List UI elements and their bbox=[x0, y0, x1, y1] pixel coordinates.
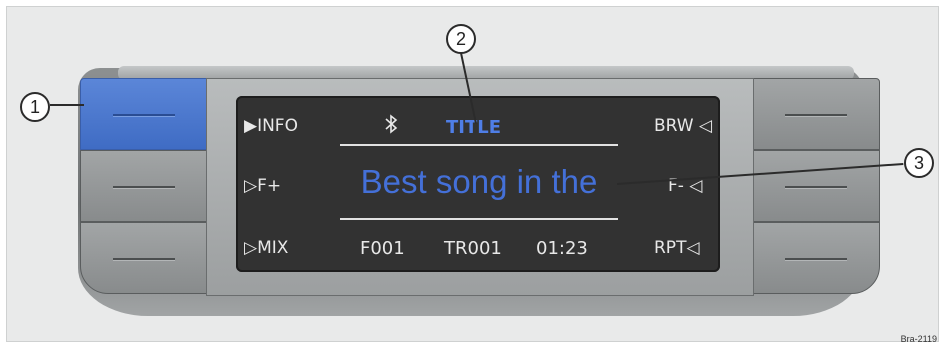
button-ridge bbox=[113, 186, 175, 189]
softkey-label-info: ▶INFO bbox=[244, 116, 298, 136]
softkey-label-folder-up: ▷F+ bbox=[244, 176, 282, 196]
callout-2: 2 bbox=[446, 24, 476, 54]
display-screen: ▶INFO ▷F+ ▷MIX BRW ◁ F- ◁ RPT◁ TITLE Bes… bbox=[236, 96, 720, 272]
button-ridge bbox=[113, 114, 175, 117]
callout-1-leader bbox=[50, 104, 84, 106]
left-button-1[interactable] bbox=[80, 78, 208, 150]
left-button-2[interactable] bbox=[80, 150, 208, 222]
playback-time: 01:23 bbox=[536, 238, 588, 259]
right-button-2[interactable] bbox=[752, 150, 880, 222]
button-ridge bbox=[785, 114, 847, 117]
button-ridge bbox=[785, 258, 847, 261]
button-ridge bbox=[113, 258, 175, 261]
button-ridge bbox=[785, 186, 847, 189]
callout-1: 1 bbox=[20, 92, 50, 122]
song-title-text: Best song in the bbox=[360, 163, 598, 200]
bluetooth-icon bbox=[384, 114, 398, 139]
image-code: Bra-2119 bbox=[900, 334, 937, 344]
callout-3: 3 bbox=[904, 148, 934, 178]
softkey-label-browse: BRW ◁ bbox=[654, 116, 713, 136]
right-button-1[interactable] bbox=[752, 78, 880, 150]
separator-top bbox=[340, 144, 618, 146]
separator-bottom bbox=[340, 218, 618, 220]
track-number: TR001 bbox=[444, 238, 502, 259]
right-button-3[interactable] bbox=[752, 222, 880, 294]
left-button-3[interactable] bbox=[80, 222, 208, 294]
folder-number: F001 bbox=[360, 238, 405, 259]
softkey-label-repeat: RPT◁ bbox=[654, 238, 700, 258]
softkey-label-mix: ▷MIX bbox=[244, 238, 289, 258]
